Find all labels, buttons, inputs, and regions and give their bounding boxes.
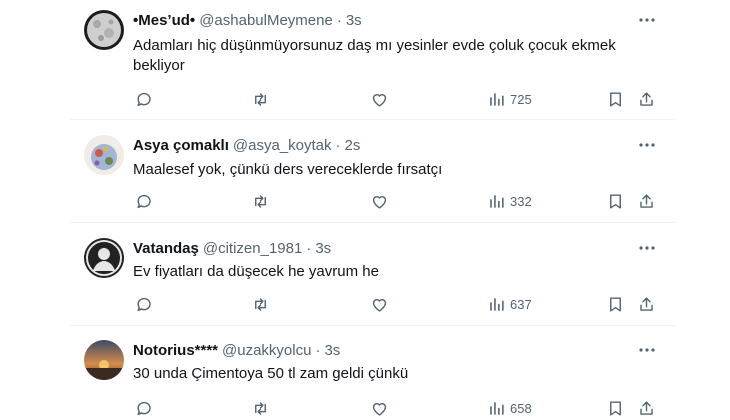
user-handle[interactable]: @citizen_1981 bbox=[203, 240, 302, 257]
retweet-icon bbox=[251, 295, 270, 314]
view-count: 332 bbox=[510, 193, 532, 209]
timestamp[interactable]: 3s bbox=[315, 240, 331, 257]
share-button[interactable] bbox=[637, 87, 656, 111]
display-name[interactable]: •Mes’ud• bbox=[133, 12, 195, 29]
views-button[interactable]: 637 bbox=[487, 292, 532, 316]
views-bar-chart-icon bbox=[487, 90, 506, 109]
view-count: 658 bbox=[510, 400, 532, 416]
bookmark-icon bbox=[606, 295, 625, 314]
retweet-icon bbox=[251, 399, 270, 418]
heart-icon bbox=[370, 192, 389, 211]
more-options-icon[interactable] bbox=[637, 342, 657, 358]
tweet-text: Ev fiyatları da düşecek he yavrum he bbox=[133, 263, 379, 280]
reply-icon bbox=[135, 192, 154, 211]
views-button[interactable]: 658 bbox=[487, 396, 532, 420]
retweet-button[interactable] bbox=[251, 189, 270, 213]
reply-button[interactable] bbox=[135, 189, 154, 213]
reply-icon bbox=[135, 399, 154, 418]
views-button[interactable]: 725 bbox=[487, 87, 532, 111]
tweet-actions: 725 bbox=[126, 87, 666, 111]
tweet[interactable]: Notorius**** @uzakkyolcu · 3s 30 unda Çi… bbox=[70, 326, 675, 420]
retweet-button[interactable] bbox=[251, 87, 270, 111]
like-button[interactable] bbox=[370, 292, 389, 316]
tweet-actions: 637 bbox=[126, 292, 666, 316]
share-icon bbox=[637, 90, 656, 109]
display-name[interactable]: Notorius**** bbox=[133, 342, 218, 359]
tweet-text: Maalesef yok, çünkü ders vereceklerde fı… bbox=[133, 161, 443, 178]
display-name[interactable]: Vatandaş bbox=[133, 240, 199, 257]
tweet-actions: 658 bbox=[126, 396, 666, 420]
bookmark-icon bbox=[606, 192, 625, 211]
bookmark-button[interactable] bbox=[606, 87, 625, 111]
timestamp[interactable]: 3s bbox=[346, 12, 362, 29]
views-bar-chart-icon bbox=[487, 192, 506, 211]
tweet-text: 30 unda Çimentoya 50 tl zam geldi çünkü bbox=[133, 365, 409, 382]
bookmark-icon bbox=[606, 90, 625, 109]
view-count: 637 bbox=[510, 296, 532, 312]
sunset-avatar[interactable] bbox=[84, 340, 124, 380]
moon-avatar[interactable] bbox=[84, 10, 124, 50]
reply-icon bbox=[135, 90, 154, 109]
like-button[interactable] bbox=[370, 189, 389, 213]
tweet-header: Asya çomaklı @asya_koytak · 2s bbox=[133, 135, 360, 155]
globe-avatar[interactable] bbox=[84, 135, 124, 175]
separator: · bbox=[336, 11, 342, 29]
retweet-icon bbox=[251, 90, 270, 109]
user-handle[interactable]: @ashabulMeymene bbox=[199, 12, 333, 29]
tweet[interactable]: Vatandaş @citizen_1981 · 3s Ev fiyatları… bbox=[70, 223, 675, 326]
timestamp[interactable]: 2s bbox=[345, 137, 361, 154]
retweet-button[interactable] bbox=[251, 396, 270, 420]
share-icon bbox=[637, 192, 656, 211]
views-bar-chart-icon bbox=[487, 295, 506, 314]
user-handle[interactable]: @asya_koytak bbox=[233, 137, 332, 154]
reply-button[interactable] bbox=[135, 292, 154, 316]
share-button[interactable] bbox=[637, 189, 656, 213]
retweet-button[interactable] bbox=[251, 292, 270, 316]
heart-icon bbox=[370, 90, 389, 109]
like-button[interactable] bbox=[370, 87, 389, 111]
tweet-header: •Mes’ud• @ashabulMeymene · 3s bbox=[133, 10, 362, 30]
tweet-text: Adamları hiç düşünmüyorsunuz daş mı yesi… bbox=[133, 37, 616, 74]
reply-icon bbox=[135, 295, 154, 314]
more-options-icon[interactable] bbox=[637, 240, 657, 256]
bookmark-button[interactable] bbox=[606, 292, 625, 316]
retweet-icon bbox=[251, 192, 270, 211]
more-options-icon[interactable] bbox=[637, 12, 657, 28]
views-bar-chart-icon bbox=[487, 399, 506, 418]
user-handle[interactable]: @uzakkyolcu bbox=[222, 342, 311, 359]
like-button[interactable] bbox=[370, 396, 389, 420]
heart-icon bbox=[370, 295, 389, 314]
tweet-header: Vatandaş @citizen_1981 · 3s bbox=[133, 238, 331, 258]
views-button[interactable]: 332 bbox=[487, 189, 532, 213]
share-icon bbox=[637, 399, 656, 418]
separator: · bbox=[335, 136, 341, 154]
share-button[interactable] bbox=[637, 292, 656, 316]
share-icon bbox=[637, 295, 656, 314]
bookmark-button[interactable] bbox=[606, 189, 625, 213]
timestamp[interactable]: 3s bbox=[324, 342, 340, 359]
reply-button[interactable] bbox=[135, 87, 154, 111]
bookmark-icon bbox=[606, 399, 625, 418]
heart-icon bbox=[370, 399, 389, 418]
portrait-avatar[interactable] bbox=[84, 238, 124, 278]
more-options-icon[interactable] bbox=[637, 137, 657, 153]
view-count: 725 bbox=[510, 91, 532, 107]
tweet-feed: •Mes’ud• @ashabulMeymene · 3s Adamları h… bbox=[0, 0, 730, 420]
reply-button[interactable] bbox=[135, 396, 154, 420]
separator: · bbox=[306, 239, 312, 257]
bookmark-button[interactable] bbox=[606, 396, 625, 420]
tweet[interactable]: Asya çomaklı @asya_koytak · 2s Maalesef … bbox=[70, 120, 675, 223]
tweet[interactable]: •Mes’ud• @ashabulMeymene · 3s Adamları h… bbox=[70, 0, 675, 120]
tweet-actions: 332 bbox=[126, 189, 666, 213]
display-name[interactable]: Asya çomaklı bbox=[133, 137, 229, 154]
separator: · bbox=[315, 341, 321, 359]
tweet-header: Notorius**** @uzakkyolcu · 3s bbox=[133, 340, 340, 360]
share-button[interactable] bbox=[637, 396, 656, 420]
